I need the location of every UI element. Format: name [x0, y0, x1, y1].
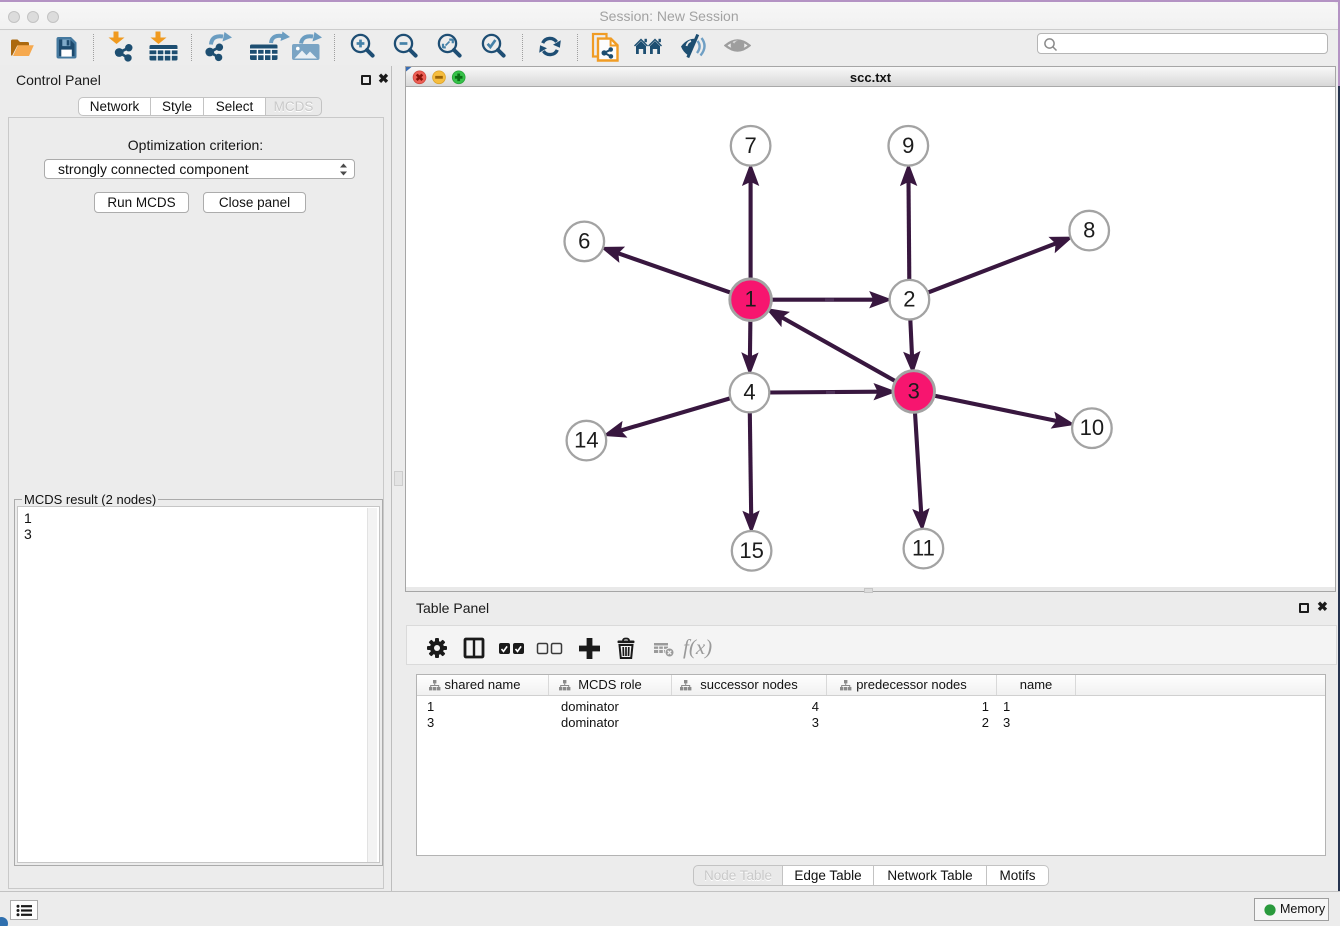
- svg-text:1: 1: [744, 287, 756, 312]
- svg-text:8: 8: [1083, 218, 1095, 243]
- svg-text:15: 15: [739, 538, 763, 563]
- svg-text:6: 6: [578, 228, 590, 253]
- svg-text:9: 9: [902, 133, 914, 158]
- svg-text:2: 2: [903, 287, 915, 312]
- svg-text:7: 7: [744, 133, 756, 158]
- svg-text:14: 14: [574, 428, 598, 453]
- svg-text:3: 3: [908, 379, 920, 404]
- svg-text:11: 11: [912, 536, 935, 561]
- svg-text:10: 10: [1080, 415, 1104, 440]
- svg-text:4: 4: [743, 380, 755, 405]
